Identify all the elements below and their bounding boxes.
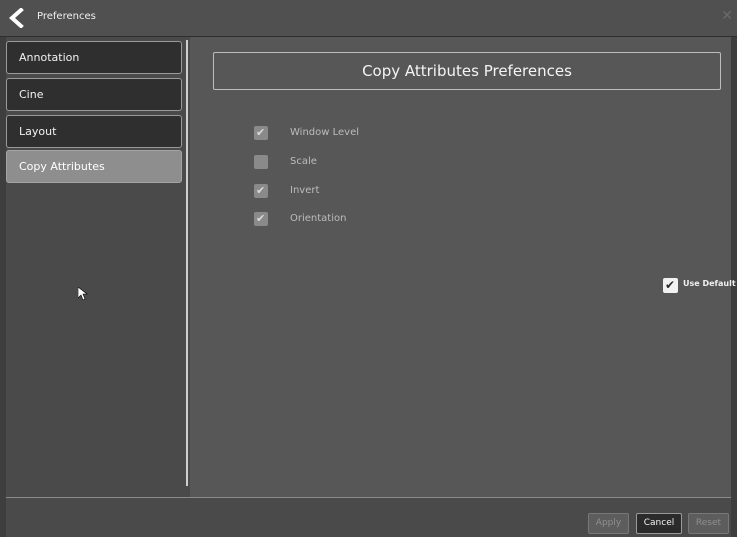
sidebar-item-label: Layout [19, 125, 57, 138]
option-label: Invert [290, 185, 320, 196]
chevron-left-icon [8, 7, 24, 29]
window-title: Preferences [37, 11, 96, 22]
sidebar-item-copy-attributes[interactable]: Copy Attributes [6, 150, 182, 183]
preferences-panel [190, 37, 731, 497]
sidebar-item-label: Copy Attributes [19, 160, 105, 173]
cancel-button[interactable]: Cancel [636, 513, 682, 534]
check-icon: ✔ [256, 126, 266, 139]
window-level-checkbox[interactable]: ✔ [254, 126, 268, 140]
orientation-checkbox[interactable]: ✔ [254, 212, 268, 226]
option-label: Orientation [290, 213, 347, 224]
sidebar-item-cine[interactable]: Cine [6, 78, 182, 111]
use-default-label: Use Default [683, 279, 736, 288]
apply-button[interactable]: Apply [588, 513, 629, 534]
scale-checkbox[interactable] [254, 155, 268, 169]
sidebar-item-annotation[interactable]: Annotation [6, 41, 182, 74]
check-icon: ✔ [256, 184, 266, 197]
option-label: Scale [290, 156, 317, 167]
title-bar: Preferences ✕ [0, 0, 737, 37]
page-title: Copy Attributes Preferences [213, 52, 721, 90]
mouse-pointer-icon [78, 287, 88, 301]
check-icon: ✔ [256, 212, 266, 225]
invert-checkbox[interactable]: ✔ [254, 184, 268, 198]
sidebar-item-layout[interactable]: Layout [6, 115, 182, 148]
panel-divider [186, 40, 188, 486]
sidebar-item-label: Annotation [19, 51, 80, 64]
sidebar-item-label: Cine [19, 88, 44, 101]
use-default-checkbox[interactable]: ✔ [663, 278, 678, 293]
reset-button[interactable]: Reset [688, 513, 729, 534]
close-icon[interactable]: ✕ [721, 8, 733, 24]
back-button[interactable] [6, 7, 28, 29]
option-label: Window Level [290, 127, 360, 138]
check-icon: ✔ [665, 278, 676, 292]
